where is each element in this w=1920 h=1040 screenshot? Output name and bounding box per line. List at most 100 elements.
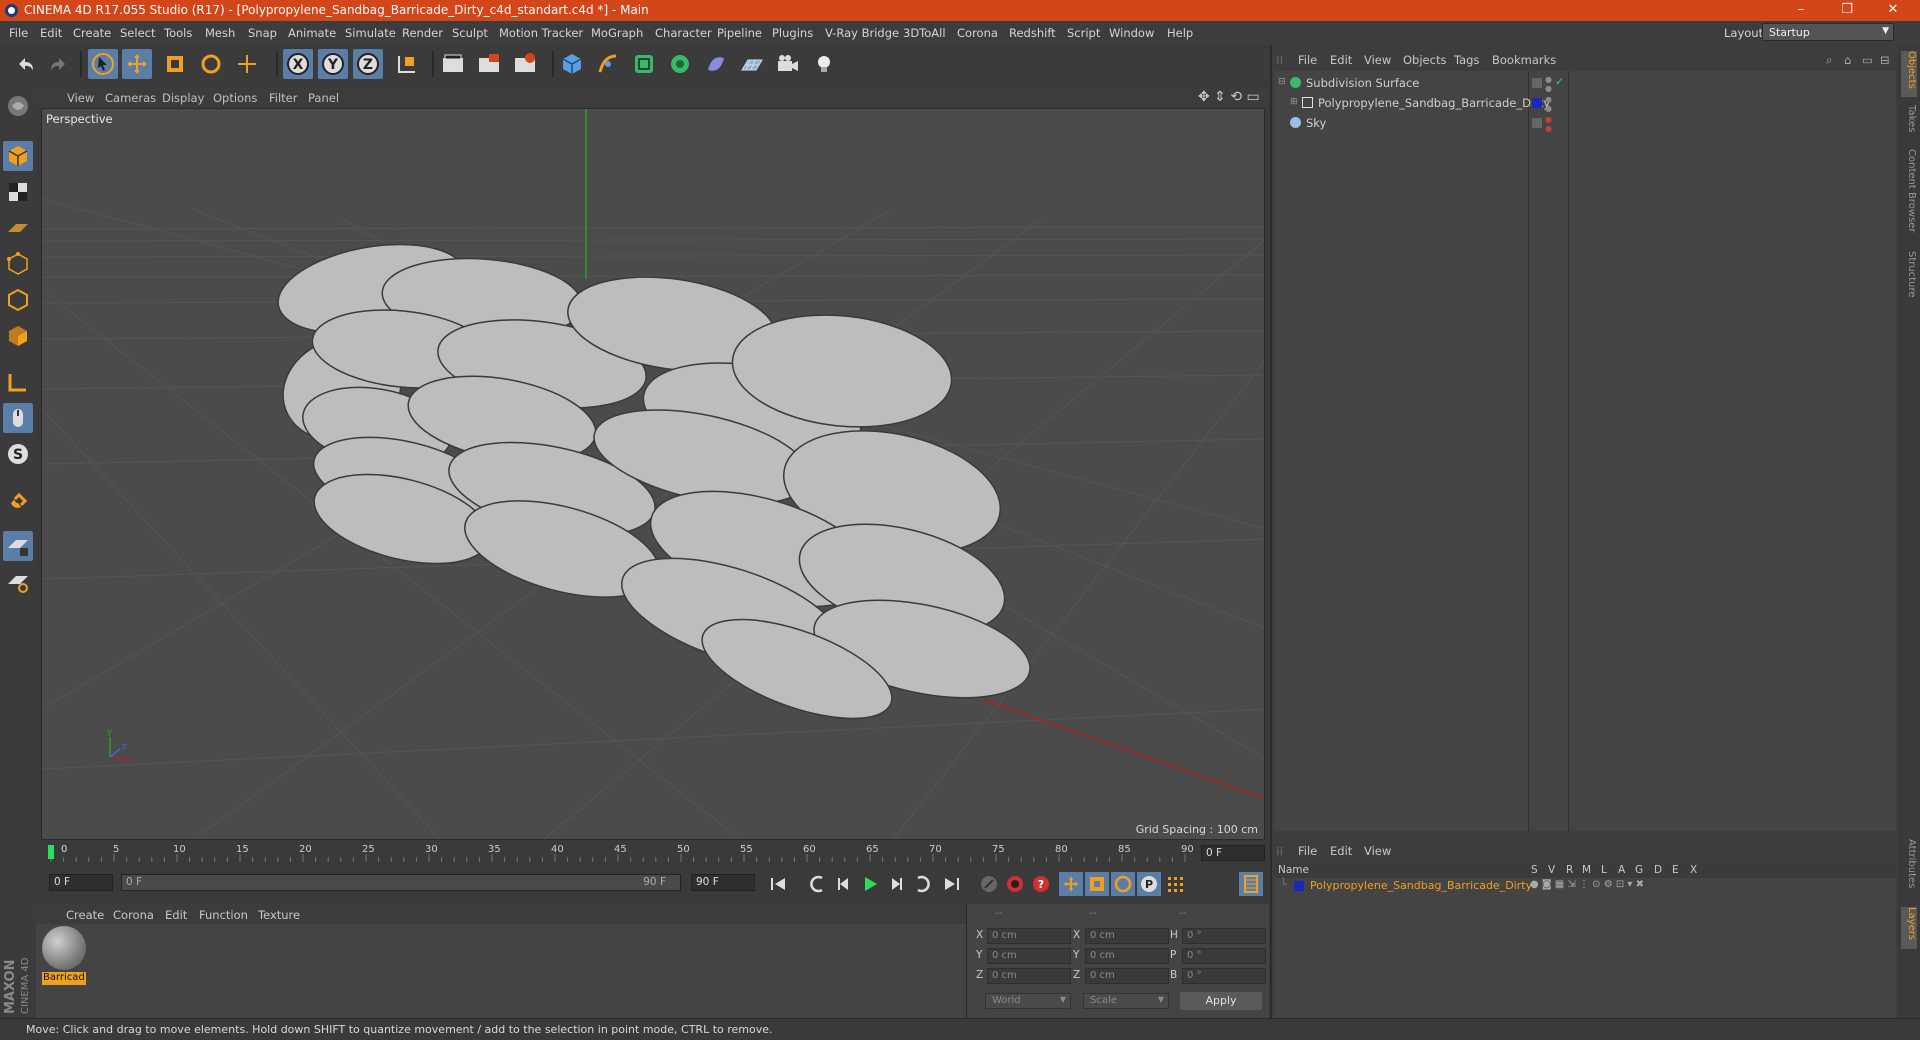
subdivision-icon[interactable] — [629, 49, 659, 79]
preview-range-slider[interactable]: 0 F 90 F — [121, 874, 681, 891]
om-menu-view[interactable]: View — [1364, 53, 1391, 67]
menu-script[interactable]: Script — [1067, 26, 1100, 40]
key-position-icon[interactable] — [1059, 872, 1083, 896]
redo-icon[interactable] — [44, 49, 74, 79]
menu-mesh[interactable]: Mesh — [205, 26, 235, 40]
rot-h-field[interactable]: 0 ° — [1182, 928, 1266, 944]
keyframe-selection-icon[interactable]: ? — [1029, 872, 1053, 896]
step-back-icon[interactable] — [832, 872, 856, 896]
menu-create[interactable]: Create — [73, 26, 111, 40]
move-icon[interactable] — [122, 49, 152, 79]
tab-content-browser[interactable]: Content Browser — [1901, 149, 1917, 243]
menu-snap[interactable]: Snap — [248, 26, 277, 40]
menu-render[interactable]: Render — [402, 26, 443, 40]
pos-x-field[interactable]: 0 cm — [987, 928, 1071, 944]
select-arrow-icon[interactable] — [88, 49, 118, 79]
menu-motion-tracker[interactable]: Motion Tracker — [499, 26, 583, 40]
menu-select[interactable]: Select — [120, 26, 155, 40]
menu-redshift[interactable]: Redshift — [1009, 26, 1056, 40]
home-icon[interactable]: ⌂ — [1844, 53, 1851, 67]
play-icon[interactable] — [858, 872, 882, 896]
om-menu-edit[interactable]: Edit — [1330, 53, 1352, 67]
size-y-field[interactable]: 0 cm — [1085, 948, 1169, 964]
points-mode-icon[interactable] — [3, 249, 33, 279]
panel-collapse-icon[interactable]: ▭ — [1862, 53, 1873, 67]
coord-system-icon[interactable] — [392, 49, 422, 79]
snap-icon[interactable]: S — [3, 439, 33, 469]
rot-b-field[interactable]: 0 ° — [1182, 968, 1266, 984]
apply-button[interactable]: Apply — [1180, 992, 1262, 1010]
timeline-end-field[interactable]: 0 F — [1201, 845, 1265, 861]
viewport-menu-panel[interactable]: Panel — [308, 91, 339, 105]
tab-layers[interactable]: Layers — [1901, 907, 1917, 949]
pos-z-field[interactable]: 0 cm — [987, 968, 1071, 984]
menu-simulate[interactable]: Simulate — [345, 26, 396, 40]
material-menu-function[interactable]: Function — [199, 908, 248, 922]
viewport-nav-icons[interactable]: ✥ ⇕ ⟲ ▭ — [1198, 89, 1260, 105]
material-thumbnail[interactable] — [42, 926, 86, 970]
tab-takes[interactable]: Takes — [1901, 105, 1917, 141]
viewport-menu-cameras[interactable]: Cameras — [105, 91, 156, 105]
current-frame-field[interactable]: 0 F — [49, 874, 113, 891]
polygons-mode-icon[interactable] — [3, 321, 33, 351]
viewport-menu-filter[interactable]: Filter — [269, 91, 297, 105]
coord-mode-select[interactable]: World ▼ — [985, 993, 1071, 1009]
go-to-next-key-icon[interactable] — [910, 872, 934, 896]
axis-mode-icon[interactable] — [3, 367, 33, 397]
menu-edit[interactable]: Edit — [40, 26, 62, 40]
make-editable-icon[interactable] — [3, 91, 33, 121]
undo-icon[interactable] — [10, 49, 40, 79]
om-menu-bookmarks[interactable]: Bookmarks — [1492, 53, 1556, 67]
object-row-subdivision[interactable]: ⊟ Subdivision Surface ● ● ✓ — [1274, 74, 1896, 93]
menu-pipeline[interactable]: Pipeline — [717, 26, 762, 40]
deformer-icon[interactable] — [701, 49, 731, 79]
tweak-mode-icon[interactable] — [3, 403, 33, 433]
render-picture-viewer-icon[interactable] — [474, 49, 504, 79]
cube-icon[interactable] — [557, 49, 587, 79]
material-menu-corona[interactable]: Corona — [113, 908, 154, 922]
minimize-button[interactable]: – — [1778, 0, 1824, 21]
end-frame-field[interactable]: 90 F — [691, 874, 755, 891]
workplane-icon[interactable] — [3, 213, 33, 243]
key-pla-icon[interactable] — [1163, 872, 1187, 896]
go-to-end-icon[interactable] — [940, 872, 964, 896]
timeline-playhead[interactable] — [48, 845, 54, 859]
rotate-icon[interactable] — [196, 49, 226, 79]
size-mode-select[interactable]: Scale ▼ — [1083, 993, 1169, 1009]
z-axis-icon[interactable]: Z — [353, 49, 383, 79]
menu-tools[interactable]: Tools — [164, 26, 192, 40]
visibility-dots-icon[interactable]: ● ● — [1545, 75, 1552, 93]
model-mode-icon[interactable] — [3, 141, 33, 171]
tab-attributes[interactable]: Attributes — [1901, 839, 1917, 901]
visibility-dots-icon[interactable]: ● ● — [1545, 115, 1552, 133]
layer-color-swatch[interactable] — [1532, 98, 1542, 108]
close-button[interactable]: ✕ — [1870, 0, 1916, 21]
pen-icon[interactable] — [593, 49, 623, 79]
menu-animate[interactable]: Animate — [288, 26, 336, 40]
layer-flags-icons[interactable]: ● ◙ ▦ ⇲ ⋮ ⊙ ⚙ ⊡ ▾ ✖ — [1530, 879, 1644, 890]
viewport-menu-view[interactable]: View — [67, 91, 94, 105]
material-menu-create[interactable]: Create — [66, 908, 104, 922]
layer-row[interactable]: └ Polypropylene_Sandbag_Barricade_Dirty … — [1274, 878, 1896, 895]
go-to-start-icon[interactable] — [766, 872, 790, 896]
mograph-cloner-icon[interactable] — [665, 49, 695, 79]
search-icon[interactable]: ⌕ — [1826, 53, 1832, 68]
texture-mode-icon[interactable] — [3, 177, 33, 207]
lm-menu-file[interactable]: File — [1298, 844, 1317, 858]
menu-help[interactable]: Help — [1167, 26, 1193, 40]
object-row-sky[interactable]: Sky ● ● — [1274, 114, 1896, 133]
key-parameter-icon[interactable]: P — [1137, 872, 1161, 896]
visibility-dots-icon[interactable]: ● ● — [1545, 95, 1552, 113]
layout-select[interactable]: Startup ▼ — [1762, 23, 1894, 41]
y-axis-icon[interactable]: Y — [318, 49, 348, 79]
object-row-sandbag[interactable]: ⊞ Polypropylene_Sandbag_Barricade_Dirty … — [1274, 94, 1896, 113]
grid-rotate-icon[interactable] — [3, 567, 33, 597]
timeline-ruler[interactable]: 0 5 10 15 20 25 30 35 40 45 50 55 60 65 … — [41, 842, 1269, 862]
lm-menu-view[interactable]: View — [1364, 844, 1391, 858]
light-icon[interactable] — [809, 49, 839, 79]
layer-color-swatch[interactable] — [1294, 881, 1304, 891]
menu-file[interactable]: File — [9, 26, 28, 40]
om-menu-tags[interactable]: Tags — [1454, 53, 1479, 67]
camera-icon[interactable] — [773, 49, 803, 79]
render-tag-icon[interactable] — [1532, 118, 1542, 128]
